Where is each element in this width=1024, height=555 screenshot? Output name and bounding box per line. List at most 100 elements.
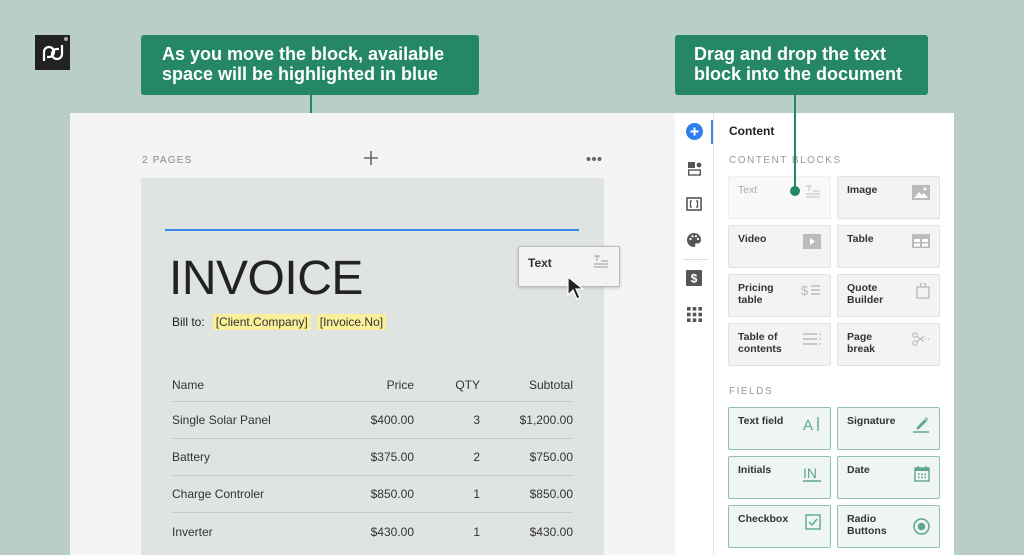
callout-dot-right	[790, 186, 800, 196]
block-page-break[interactable]: Page break	[837, 323, 940, 366]
table-row: Charge Controler $850.00 1 $850.00	[172, 476, 573, 513]
field-text-field[interactable]: Text field A	[728, 407, 831, 450]
column-header-price: Price	[386, 377, 414, 392]
cell-subtotal: $1,200.00	[519, 413, 573, 427]
radio-icon	[913, 518, 930, 540]
block-quote-builder[interactable]: Quote Builder	[837, 274, 940, 317]
field-label: Initials	[738, 464, 772, 476]
brand-logo	[35, 35, 70, 70]
callout-connector-right	[794, 95, 796, 191]
cell-price: $850.00	[370, 487, 414, 501]
variable-client-company[interactable]: [Client.Company]	[212, 314, 311, 330]
block-image[interactable]: Image	[837, 176, 940, 219]
block-label: Image	[847, 184, 878, 196]
variables-icon	[686, 197, 702, 211]
pricing-dollar-icon: $	[686, 270, 702, 286]
bill-to-line: Bill to: [Client.Company] [Invoice.No]	[172, 314, 387, 330]
rail-active-indicator	[711, 120, 713, 144]
sidebar-rail: $	[675, 113, 714, 555]
rail-item-blocks[interactable]	[685, 159, 703, 177]
more-options-button[interactable]	[586, 149, 602, 165]
column-header-name: Name	[172, 377, 205, 392]
table-header-row: Name Price QTY Subtotal	[172, 368, 573, 402]
column-header-subtotal: Subtotal	[528, 377, 573, 392]
field-label: Text field	[738, 415, 784, 427]
initials-icon: IN	[803, 465, 821, 487]
plus-icon	[364, 151, 378, 165]
block-pricing-table[interactable]: Pricing table $	[728, 274, 831, 317]
field-signature[interactable]: Signature	[837, 407, 940, 450]
page-count-label: 2 PAGES	[142, 155, 193, 166]
document-editor: 2 PAGES INVOICE Bill to: [Client.Company…	[70, 113, 675, 555]
block-label: Table	[847, 233, 874, 245]
pen-icon	[912, 416, 930, 438]
cell-qty: 3	[473, 413, 480, 427]
fields-heading: FIELDS	[729, 386, 774, 397]
block-label: Pricing table	[738, 282, 774, 306]
add-page-button[interactable]	[364, 148, 378, 168]
svg-text:IN: IN	[803, 465, 817, 481]
registered-mark-icon	[64, 37, 68, 41]
apps-grid-icon	[686, 306, 702, 322]
pd-logo-icon	[42, 44, 63, 61]
cell-subtotal: $850.00	[529, 487, 573, 501]
blocks-layout-icon	[687, 161, 701, 176]
rail-divider	[683, 259, 707, 260]
callout-drag-instruction: Drag and drop the text block into the do…	[675, 35, 928, 95]
shopping-bag-icon	[916, 281, 930, 304]
add-content-icon	[685, 122, 703, 140]
field-initials[interactable]: Initials IN	[728, 456, 831, 499]
cell-name: Charge Controler	[172, 487, 265, 501]
rail-item-design[interactable]	[685, 231, 703, 249]
block-table[interactable]: Table	[837, 225, 940, 268]
rail-item-variables[interactable]	[685, 195, 703, 213]
text-cursor-icon: A	[803, 416, 821, 437]
invoice-title[interactable]: INVOICE	[169, 251, 363, 306]
panel-title: Content	[729, 124, 775, 138]
block-text[interactable]: Text	[728, 176, 831, 219]
cell-subtotal: $430.00	[529, 524, 573, 539]
table-icon	[912, 234, 930, 253]
field-checkbox[interactable]: Checkbox	[728, 505, 831, 548]
field-label: Signature	[847, 415, 896, 427]
pricing-table-icon: $	[801, 283, 821, 302]
rail-item-pricing[interactable]: $	[685, 269, 703, 287]
text-block-icon	[805, 185, 821, 204]
scissors-icon	[912, 332, 930, 351]
field-date[interactable]: Date	[837, 456, 940, 499]
drop-zone-highlight	[165, 229, 579, 231]
cell-price: $430.00	[370, 524, 414, 539]
svg-text:A: A	[803, 417, 813, 432]
column-header-qty: QTY	[455, 377, 480, 392]
content-blocks-heading: CONTENT BLOCKS	[729, 155, 842, 166]
table-row: Inverter $430.00 1 $430.00	[172, 513, 573, 550]
svg-text:$: $	[801, 283, 809, 297]
bill-to-label: Bill to:	[172, 315, 205, 329]
cell-name: Battery	[172, 450, 211, 464]
table-row: Battery $375.00 2 $750.00	[172, 439, 573, 476]
block-label: Page break	[847, 331, 876, 355]
field-radio-buttons[interactable]: Radio Buttons	[837, 505, 940, 548]
block-label: Text	[738, 184, 758, 196]
more-horizontal-icon	[586, 157, 602, 161]
rail-item-add-content[interactable]	[685, 122, 703, 140]
cell-subtotal: $750.00	[529, 450, 573, 464]
cell-qty: 1	[473, 487, 480, 501]
block-video[interactable]: Video	[728, 225, 831, 268]
callout-drop-highlight: As you move the block, available space w…	[141, 35, 479, 95]
content-panel: Content CONTENT BLOCKS Text Image Video …	[714, 113, 954, 555]
block-table-of-contents[interactable]: Table of contents	[728, 323, 831, 366]
document-page[interactable]: INVOICE Bill to: [Client.Company] [Invoi…	[141, 178, 604, 555]
cell-qty: 2	[473, 450, 480, 464]
block-label: Video	[738, 233, 767, 245]
video-icon	[803, 234, 821, 254]
mouse-cursor-icon	[566, 275, 586, 306]
palette-icon	[687, 233, 702, 247]
rail-item-apps[interactable]	[685, 305, 703, 323]
cell-name: Inverter	[172, 524, 213, 539]
calendar-icon	[914, 465, 930, 487]
table-row: Single Solar Panel $400.00 3 $1,200.00	[172, 402, 573, 439]
variable-invoice-no[interactable]: [Invoice.No]	[316, 314, 387, 330]
invoice-table: Name Price QTY Subtotal Single Solar Pan…	[172, 368, 573, 550]
checkbox-icon	[805, 514, 821, 535]
